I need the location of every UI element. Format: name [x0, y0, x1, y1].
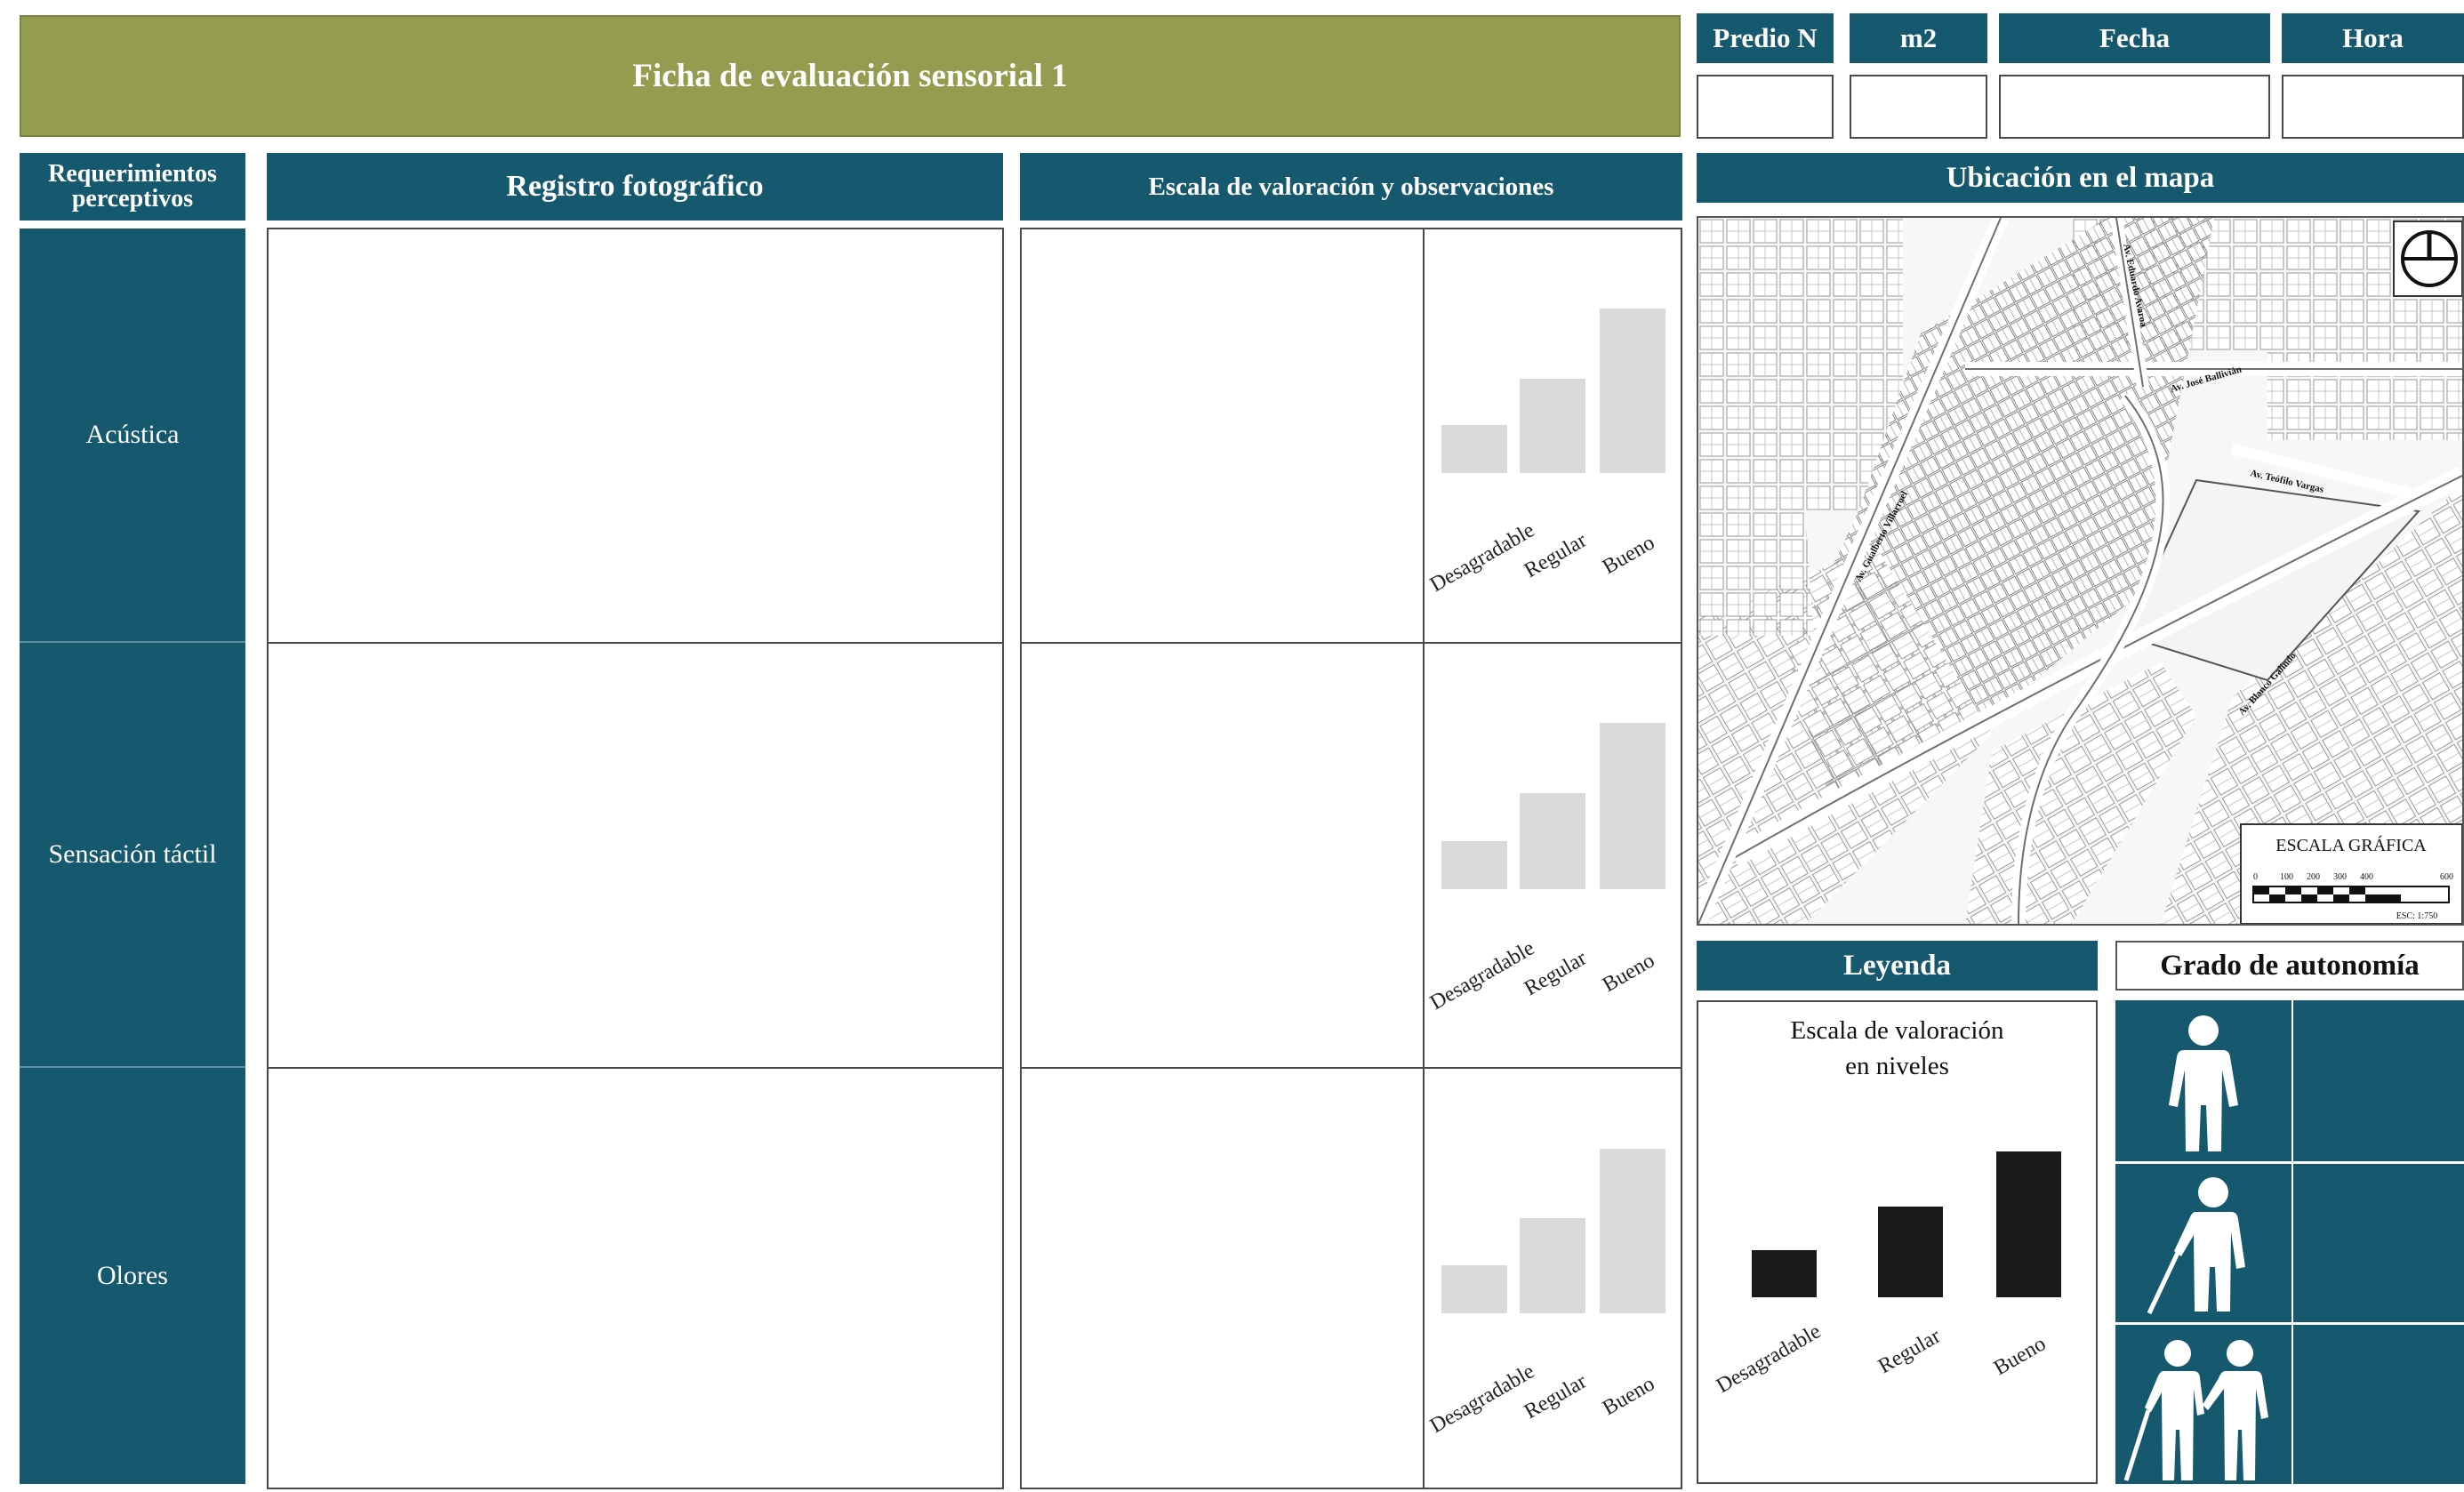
scale-tick: 600 [2440, 872, 2453, 882]
hora-field[interactable] [2282, 75, 2464, 139]
photo-cell-acustica[interactable] [267, 228, 1004, 644]
map-header: Ubicación en el mapa [1697, 153, 2464, 203]
scale-tick: 300 [2333, 872, 2347, 882]
predio-label: Predio N [1697, 13, 1834, 63]
person-with-cane-icon [2115, 1164, 2291, 1322]
legend-label-regular: Regular [1874, 1325, 1945, 1379]
map-scale-bar: ESCALA GRÁFICA 0 100 200 300 400 600 ESC… [2240, 823, 2462, 924]
rating-bars: Desagradable Regular Bueno [1426, 1149, 1665, 1438]
scale-tick: 0 [2253, 872, 2258, 882]
fecha-field[interactable] [1999, 75, 2270, 139]
bar-regular[interactable] [1520, 1218, 1585, 1313]
scale-bar-title: ESCALA GRÁFICA [2275, 835, 2427, 855]
scale-cell-acustica[interactable]: Desagradable Regular Bueno [1423, 228, 1682, 644]
predio-field[interactable] [1697, 75, 1834, 139]
observations-cell-sensacion-tactil[interactable] [1020, 642, 1425, 1069]
photo-cell-olores[interactable] [267, 1067, 1004, 1489]
autonomy-value-cell[interactable] [2293, 1164, 2464, 1322]
scale-cell-sensacion-tactil[interactable]: Desagradable Regular Bueno [1423, 642, 1682, 1069]
rating-bars: Desagradable Regular Bueno [1426, 309, 1665, 597]
scale-tick: 200 [2307, 872, 2320, 882]
observations-cell-olores[interactable] [1020, 1067, 1425, 1489]
m2-field[interactable] [1850, 75, 1987, 139]
fecha-label: Fecha [1999, 13, 2270, 63]
person-with-companion-icon [2115, 1325, 2291, 1484]
legend-bar-regular [1878, 1207, 1943, 1297]
bar-regular[interactable] [1520, 793, 1585, 889]
rating-bars: Desagradable Regular Bueno [1426, 723, 1665, 1015]
legend-panel: Escala de valoración en niveles Desagrad… [1697, 1000, 2098, 1484]
autonomy-value-cell[interactable] [2293, 1000, 2464, 1161]
autonomy-value-cell[interactable] [2293, 1325, 2464, 1484]
level-label-bueno: Bueno [1599, 949, 1658, 997]
bar-bueno[interactable] [1600, 723, 1665, 889]
page-title: Ficha de evaluación sensorial 1 [20, 15, 1681, 137]
observations-cell-acustica[interactable] [1020, 228, 1425, 644]
scale-header: Escala de valoración y observaciones [1020, 153, 1682, 221]
level-label-bueno: Bueno [1599, 531, 1658, 579]
bar-bueno[interactable] [1600, 309, 1665, 473]
legend-bar-bueno [1996, 1151, 2061, 1297]
level-label-bueno: Bueno [1599, 1372, 1658, 1420]
location-map[interactable]: Av. Eduardo Avaroa Av. José Ballivián Av… [1697, 216, 2464, 926]
row-label-olores: Olores [97, 1261, 168, 1290]
scale-cell-olores[interactable]: Desagradable Regular Bueno [1423, 1067, 1682, 1489]
legend-header: Leyenda [1697, 941, 2098, 991]
map-canvas: Av. Eduardo Avaroa Av. José Ballivián Av… [1698, 218, 2462, 924]
m2-label: m2 [1850, 13, 1987, 63]
bar-desagradable[interactable] [1441, 1265, 1507, 1313]
scale-bar-note: ESC: 1:750 [2396, 911, 2437, 921]
level-label-desagradable: Desagradable [1426, 936, 1538, 1015]
level-label-desagradable: Desagradable [1426, 1360, 1538, 1438]
north-arrow-icon [2393, 221, 2462, 297]
bar-regular[interactable] [1520, 379, 1585, 473]
legend-bar-desagradable [1752, 1250, 1817, 1297]
bar-bueno[interactable] [1600, 1149, 1665, 1313]
level-label-desagradable: Desagradable [1426, 518, 1538, 597]
row-label-sensacion-tactil: Sensación táctil [48, 839, 217, 869]
autonomy-header: Grado de autonomía [2115, 941, 2464, 991]
person-standing-icon [2115, 1000, 2291, 1161]
photo-cell-sensacion-tactil[interactable] [267, 642, 1004, 1069]
bar-desagradable[interactable] [1441, 841, 1507, 889]
bar-desagradable[interactable] [1441, 425, 1507, 473]
requirements-header: Requerimientos perceptivos [20, 153, 245, 221]
legend-label-desagradable: Desagradable [1713, 1320, 1825, 1398]
legend-bars: Desagradable Regular Bueno [1713, 1151, 2061, 1398]
legend-label-bueno: Bueno [1990, 1332, 2050, 1380]
scale-tick: 100 [2280, 872, 2293, 882]
row-label-acustica: Acústica [85, 420, 180, 449]
hora-label: Hora [2282, 13, 2464, 63]
photo-header: Registro fotográfico [267, 153, 1003, 221]
scale-tick: 400 [2360, 872, 2373, 882]
